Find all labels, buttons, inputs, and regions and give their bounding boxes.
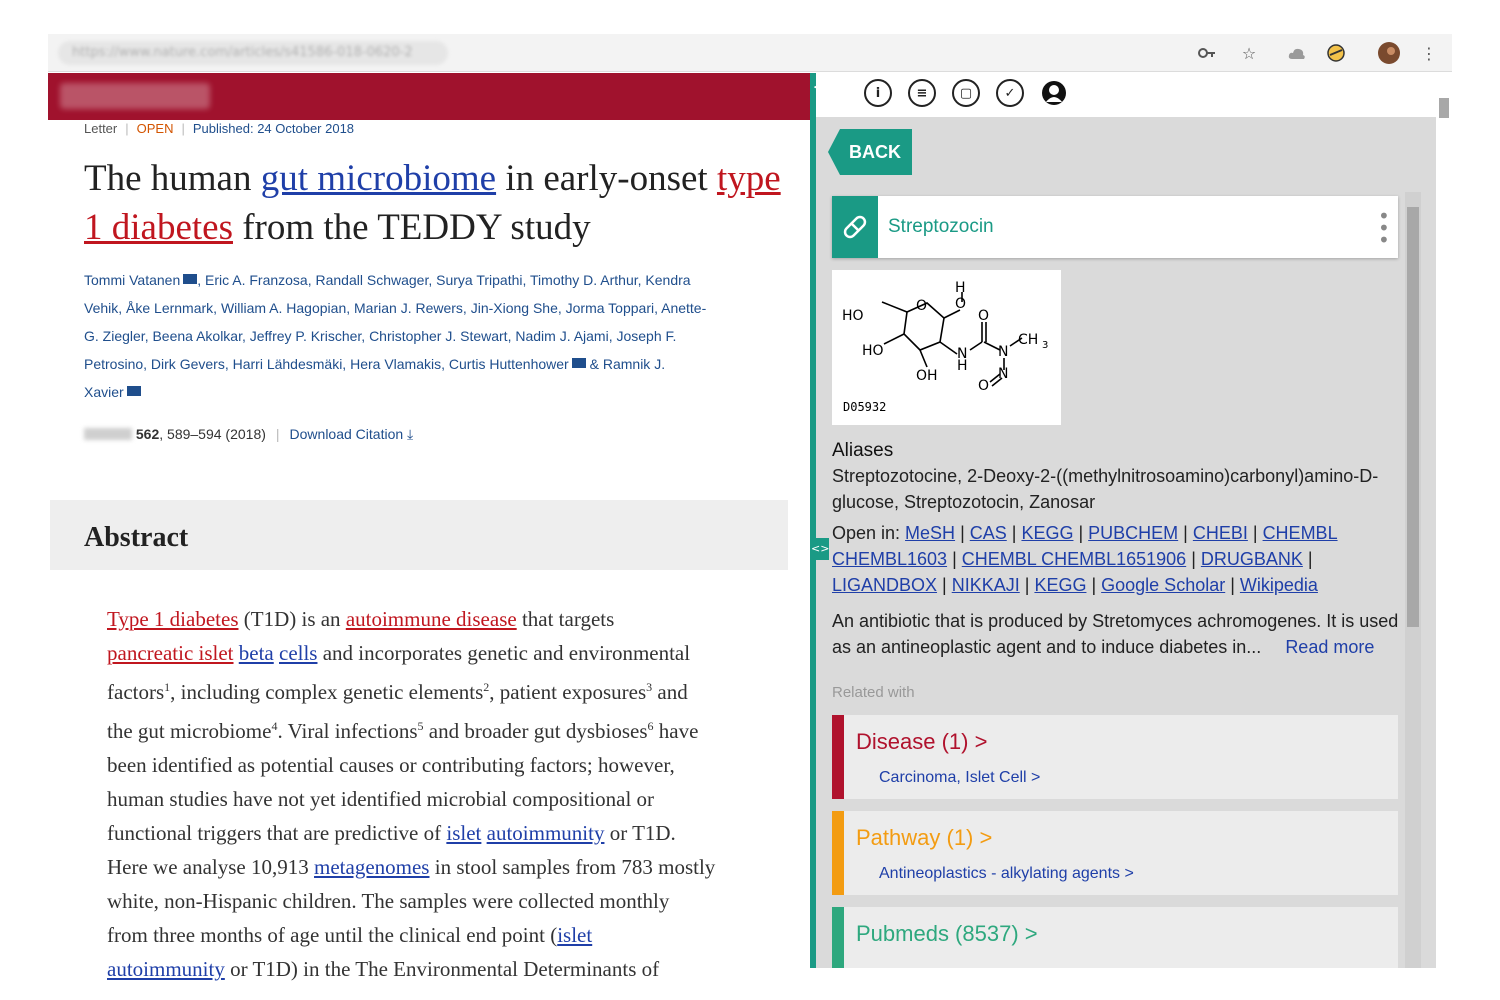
- comment-icon[interactable]: ≡: [908, 79, 936, 107]
- svg-text:N: N: [998, 344, 1008, 360]
- related-title[interactable]: Disease (1) >: [856, 729, 987, 755]
- structure-id: D05932: [843, 400, 887, 414]
- svg-text:3: 3: [1042, 340, 1048, 351]
- author-list: Tommi Vatanen, Eric A. Franzosa, Randall…: [84, 272, 707, 400]
- category-bar: [832, 715, 844, 799]
- svg-text:O: O: [955, 296, 966, 312]
- more-icon[interactable]: ⋮: [1418, 42, 1440, 64]
- svg-text:HO: HO: [842, 308, 864, 324]
- article-title: The human gut microbiome in early-onset …: [84, 158, 781, 248]
- link-islet-2[interactable]: islet: [557, 923, 592, 947]
- structure-diagram: HO HO OH O H O O N H N CH 3 N O: [842, 280, 1048, 394]
- back-button[interactable]: BACK: [828, 129, 912, 175]
- drug-card: Streptozocin • • •: [832, 196, 1398, 258]
- drug-description: An antibiotic that is produced by Streto…: [832, 611, 1399, 657]
- download-citation-link[interactable]: Download Citation ⤓: [290, 426, 414, 442]
- user-icon[interactable]: [1040, 79, 1068, 107]
- copy-icon[interactable]: ▢: [952, 79, 980, 107]
- svg-text:O: O: [978, 378, 989, 394]
- svg-text:H: H: [955, 280, 966, 296]
- link-mesh[interactable]: MeSH: [905, 523, 955, 543]
- link-cells[interactable]: cells: [279, 641, 317, 665]
- category-bar: [832, 811, 844, 895]
- aliases-text: Streptozotocine, 2-Deoxy-2-((methylnitro…: [832, 466, 1379, 512]
- drug-name: Streptozocin: [888, 216, 994, 237]
- link-kegg[interactable]: KEGG: [1021, 523, 1073, 543]
- related-pubmeds-card[interactable]: Pubmeds (8537) >: [832, 907, 1398, 968]
- link-autoimmune-disease[interactable]: autoimmune disease: [346, 607, 517, 631]
- check-icon[interactable]: ✓: [996, 79, 1024, 107]
- open-in-links: Open in: MeSH | CAS | KEGG | PUBCHEM | C…: [832, 523, 1338, 595]
- related-item[interactable]: Carcinoma, Islet Cell >: [879, 769, 1040, 787]
- author-link[interactable]: Tommi Vatanen: [84, 272, 180, 288]
- site-logo[interactable]: [60, 83, 210, 109]
- related-label: Related with: [832, 684, 915, 701]
- related-pathway-card[interactable]: Pathway (1) > Antineoplastics - alkylati…: [832, 811, 1398, 895]
- related-item[interactable]: Antineoplastics - alkylating agents >: [879, 865, 1134, 883]
- page-scrollbar-thumb[interactable]: [1439, 98, 1449, 118]
- related-disease-card[interactable]: Disease (1) > Carcinoma, Islet Cell >: [832, 715, 1398, 799]
- link-chebi[interactable]: CHEBI: [1193, 523, 1248, 543]
- mail-icon[interactable]: [126, 386, 141, 396]
- svg-text:OH: OH: [916, 368, 938, 384]
- browser-toolbar: https://www.nature.com/articles/s41586-0…: [48, 34, 1452, 72]
- more-options-icon[interactable]: • • •: [1378, 206, 1390, 250]
- category-bar: [832, 907, 844, 968]
- extension-icon[interactable]: [1286, 42, 1308, 64]
- article-meta: Letter | OPEN | Published: 24 October 2018: [84, 121, 355, 136]
- chemical-structure: HO HO OH O H O O N H N CH 3 N O D05932: [832, 270, 1061, 425]
- link-autoimmunity[interactable]: autoimmunity: [487, 821, 605, 845]
- page-scrollbar[interactable]: [1436, 73, 1452, 968]
- panel-toolbar: i ≡ ▢ ✓: [816, 73, 1436, 117]
- read-more-link[interactable]: Read more: [1285, 637, 1374, 657]
- link-nikkaji[interactable]: NIKKAJI: [952, 575, 1020, 595]
- article-type: Letter: [84, 121, 118, 136]
- extension-icon-2[interactable]: [1325, 42, 1347, 64]
- mail-icon[interactable]: [571, 358, 586, 368]
- link-ligandbox[interactable]: LIGANDBOX: [832, 575, 937, 595]
- link-beta[interactable]: beta: [239, 641, 274, 665]
- citation-line: 562, 589–594 (2018) | Download Citation ⤓: [84, 426, 413, 443]
- link-chembl-1651906[interactable]: CHEMBL CHEMBL1651906: [962, 549, 1186, 569]
- access-badge: OPEN: [136, 121, 174, 136]
- link-google-scholar[interactable]: Google Scholar: [1101, 575, 1225, 595]
- abstract-header: Abstract: [50, 500, 788, 570]
- star-icon[interactable]: ☆: [1238, 42, 1260, 64]
- link-pancreatic-islet[interactable]: pancreatic islet: [107, 641, 234, 665]
- title-link-gut-microbiome[interactable]: gut microbiome: [261, 158, 496, 199]
- svg-text:N: N: [998, 366, 1008, 382]
- journal-name: [84, 428, 132, 440]
- link-kegg-2[interactable]: KEGG: [1034, 575, 1086, 595]
- link-metagenomes[interactable]: metagenomes: [314, 855, 429, 879]
- panel-divider: [810, 73, 816, 968]
- svg-text:O: O: [978, 308, 989, 324]
- link-cas[interactable]: CAS: [970, 523, 1007, 543]
- link-type1-diabetes[interactable]: Type 1 diabetes: [107, 607, 239, 631]
- panel-scrollbar-thumb[interactable]: [1407, 207, 1419, 627]
- resize-handle[interactable]: <>: [811, 538, 829, 560]
- link-pubchem[interactable]: PUBCHEM: [1088, 523, 1178, 543]
- svg-text:H: H: [957, 358, 968, 374]
- svg-text:O: O: [916, 298, 927, 314]
- link-drugbank[interactable]: DRUGBANK: [1201, 549, 1303, 569]
- svg-text:CH: CH: [1018, 332, 1038, 348]
- link-autoimmunity-2[interactable]: autoimmunity: [107, 957, 225, 981]
- svg-text:HO: HO: [862, 343, 884, 359]
- related-title[interactable]: Pathway (1) >: [856, 825, 992, 851]
- info-icon[interactable]: i: [864, 79, 892, 107]
- abstract-text: Type 1 diabetes (T1D) is an autoimmune d…: [107, 607, 716, 981]
- abstract-title: Abstract: [84, 522, 189, 553]
- published-date: Published: 24 October 2018: [192, 121, 355, 136]
- site-header: [48, 73, 811, 120]
- key-icon[interactable]: [1196, 42, 1218, 64]
- aliases-title: Aliases: [832, 440, 894, 461]
- link-islet[interactable]: islet: [446, 821, 481, 845]
- pill-icon: [832, 196, 878, 258]
- related-title[interactable]: Pubmeds (8537) >: [856, 921, 1038, 947]
- address-bar[interactable]: https://www.nature.com/articles/s41586-0…: [58, 41, 448, 65]
- mail-icon[interactable]: [183, 274, 198, 284]
- link-wikipedia[interactable]: Wikipedia: [1240, 575, 1318, 595]
- avatar[interactable]: [1378, 42, 1400, 64]
